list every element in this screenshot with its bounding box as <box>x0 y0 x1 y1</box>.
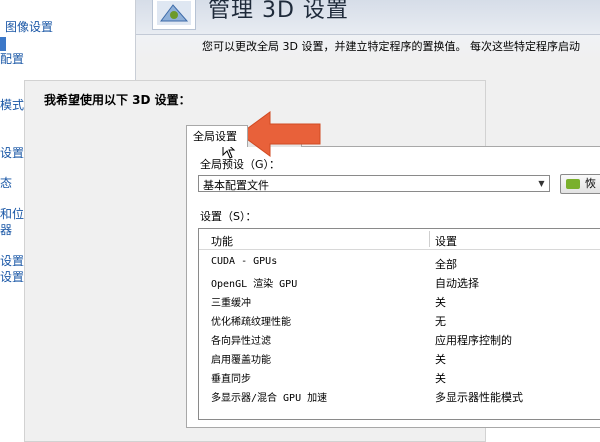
row-value: 自动选择 <box>435 277 479 290</box>
row-value: 应用程序控制的 <box>435 334 512 347</box>
column-divider[interactable] <box>429 231 430 247</box>
row-feature: 启用覆盖功能 <box>211 355 271 366</box>
table-row[interactable]: OpenGL 渲染 GPU 自动选择 <box>199 272 600 291</box>
restore-icon <box>566 179 580 189</box>
table-row[interactable]: 优化稀疏纹理性能 无 <box>199 310 600 329</box>
nav-item-image-settings[interactable]: 图像设置 <box>5 20 53 34</box>
settings-table: 功能 设置 CUDA - GPUs 全部 OpenGL 渲染 GPU 自动选择 … <box>198 228 600 420</box>
nav-item-settings-b[interactable]: 设置 <box>0 254 24 268</box>
restore-button[interactable]: 恢 <box>560 174 600 194</box>
table-row[interactable]: 垂直同步 关 <box>199 367 600 386</box>
row-feature: 各向异性过滤 <box>211 336 271 347</box>
global-preset-value: 基本配置文件 <box>203 179 269 192</box>
nav-item-settings-c[interactable]: 设置 <box>0 270 24 284</box>
row-value: 关 <box>435 296 446 309</box>
row-value: 无 <box>435 315 446 328</box>
restore-label: 恢 <box>585 177 596 190</box>
row-feature: 优化稀疏纹理性能 <box>211 317 291 328</box>
table-row[interactable]: 三重缓冲 关 <box>199 291 600 310</box>
table-row[interactable]: CUDA - GPUs 全部 <box>199 253 600 272</box>
nav-item-device[interactable]: 器 <box>0 223 12 237</box>
row-feature: OpenGL 渲染 GPU <box>211 279 298 290</box>
nav-item-settings-a[interactable]: 设置 <box>0 146 24 160</box>
row-value: 多显示器性能模式 <box>435 391 523 404</box>
section-heading: 我希望使用以下 3D 设置： <box>44 93 191 107</box>
table-header: 功能 设置 <box>199 229 600 250</box>
row-value: 关 <box>435 353 446 366</box>
nav-item-mode[interactable]: 模式 <box>0 98 24 112</box>
table-row[interactable]: 各向异性过滤 应用程序控制的 <box>199 329 600 348</box>
orange-arrow-icon <box>239 111 321 157</box>
page-title: 管理 3D 设置 <box>208 0 349 23</box>
row-feature: 多显示器/混合 GPU 加速 <box>211 393 328 404</box>
row-feature: CUDA - GPUs <box>211 256 278 267</box>
nvidia-3d-logo-icon <box>152 0 196 30</box>
column-header-setting[interactable]: 设置 <box>435 233 457 249</box>
row-feature: 垂直同步 <box>211 374 251 385</box>
column-header-feature[interactable]: 功能 <box>211 233 233 249</box>
nav-item-state[interactable]: 态 <box>0 176 12 190</box>
global-preset-select[interactable]: 基本配置文件 ▼ <box>198 175 550 192</box>
chevron-down-icon: ▼ <box>538 179 545 188</box>
nav-item-config[interactable]: 配置 <box>0 52 24 66</box>
page-description: 您可以更改全局 3D 设置，并建立特定程序的置换值。 每次这些特定程序启动 <box>202 40 580 53</box>
settings-label: 设置（S）： <box>200 210 257 223</box>
table-row[interactable] <box>199 405 600 424</box>
row-feature: 三重缓冲 <box>211 298 251 309</box>
tab-global-settings[interactable]: 全局设置 <box>186 125 248 147</box>
table-row[interactable]: 启用覆盖功能 关 <box>199 348 600 367</box>
row-value: 全部 <box>435 258 457 271</box>
nav-item-selected-marker[interactable] <box>0 37 6 51</box>
table-row[interactable]: 多显示器/混合 GPU 加速 多显示器性能模式 <box>199 386 600 405</box>
header-band: 管理 3D 设置 <box>136 0 600 35</box>
row-value: 关 <box>435 372 446 385</box>
